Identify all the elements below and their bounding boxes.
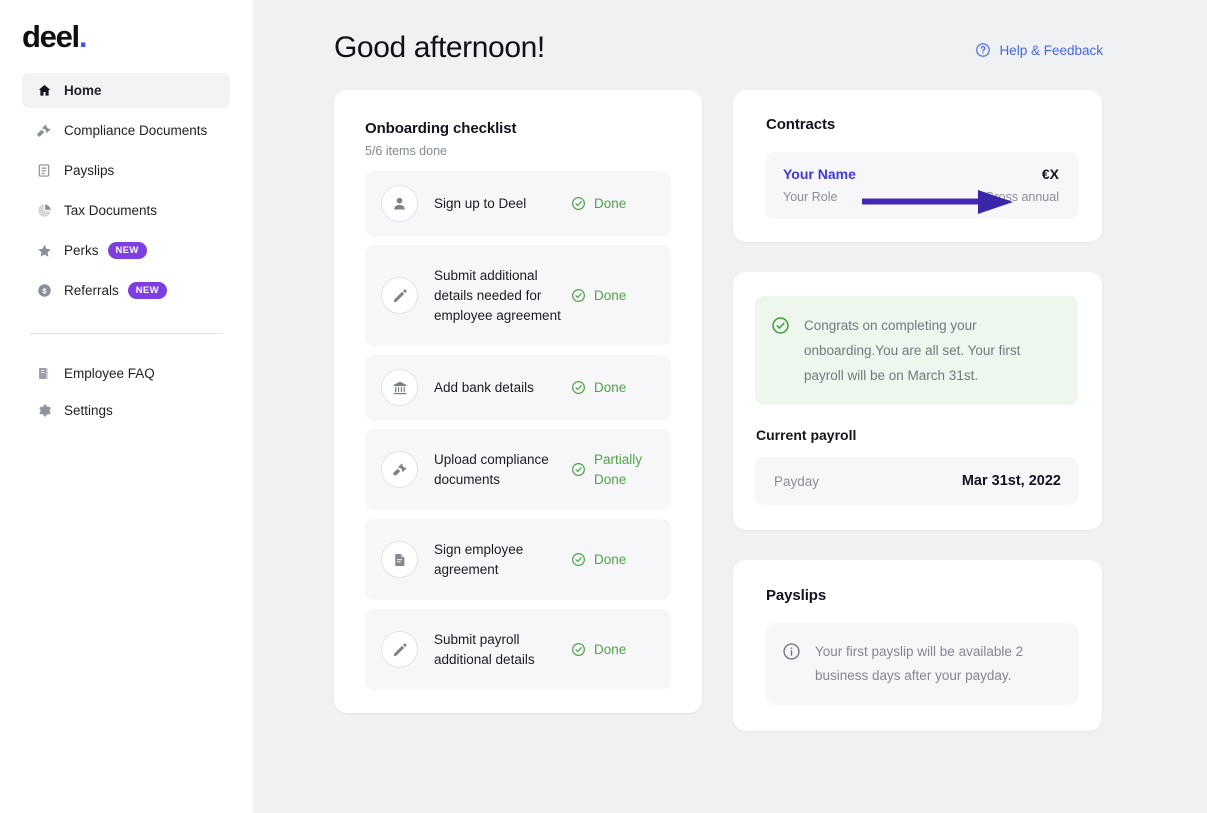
status-label: Done xyxy=(594,195,627,211)
sidebar-item-label: Tax Documents xyxy=(64,203,158,218)
dashboard-columns: Onboarding checklist 5/6 items done Sign… xyxy=(253,68,1207,731)
status-badge: Done xyxy=(571,194,655,214)
payroll-card: Congrats on completing your onboarding.Y… xyxy=(733,272,1102,530)
sidebar-item-label: Perks xyxy=(64,243,99,258)
help-link-label: Help & Feedback xyxy=(999,42,1103,58)
contract-role: Your Role xyxy=(783,190,838,204)
contracts-name-link[interactable]: Your Name xyxy=(783,166,856,182)
logo-dot: . xyxy=(78,19,88,54)
sidebar-item-label: Referrals xyxy=(64,283,119,298)
status-label: Done xyxy=(594,379,627,395)
checklist-item[interactable]: Sign up to Deel Done xyxy=(365,171,671,236)
app-root: deel. Home Compliance Documents Payslips xyxy=(0,0,1207,813)
checklist-item[interactable]: Sign employee agreement Done xyxy=(365,519,671,600)
topbar: Good afternoon! Help & Feedback xyxy=(253,0,1207,68)
checklist-item[interactable]: Submit payroll additional details Done xyxy=(365,609,671,690)
sidebar-item-tax-documents[interactable]: Tax Documents xyxy=(22,193,230,228)
checklist-item-label: Sign employee agreement xyxy=(434,541,524,577)
bank-icon xyxy=(381,369,418,406)
status-label: Done xyxy=(594,551,627,567)
checklist-item[interactable]: Submit additional details needed for emp… xyxy=(365,245,671,346)
sidebar-item-label: Payslips xyxy=(64,163,115,178)
sidebar-item-settings[interactable]: Settings xyxy=(22,393,230,428)
contract-row-bottom: Your Role Gross annual xyxy=(783,190,1059,204)
sidebar-divider xyxy=(30,333,223,334)
primary-nav: Home Compliance Documents Payslips Tax D… xyxy=(0,73,253,428)
sidebar-item-referrals[interactable]: $ Referrals NEW xyxy=(22,273,230,308)
logo-text: deel xyxy=(22,19,80,54)
status-label: Done xyxy=(594,287,627,303)
contract-row[interactable]: Your Name €X Your Role Gross annual xyxy=(766,152,1078,219)
person-icon xyxy=(381,185,418,222)
payday-value: Mar 31st, 2022 xyxy=(961,473,1061,489)
status-badge: Partially Done xyxy=(571,450,655,490)
book-icon xyxy=(36,366,52,382)
help-and-feedback-link[interactable]: Help & Feedback xyxy=(975,42,1103,58)
right-column: Contracts Your Name €X Your Role Gross a… xyxy=(733,90,1102,731)
checklist-items: Sign up to Deel Done Submit additional d… xyxy=(365,171,671,690)
gavel-icon xyxy=(36,123,52,139)
dollar-circle-icon: $ xyxy=(36,283,52,299)
status-badge: Done xyxy=(571,550,655,570)
sidebar-item-compliance-documents[interactable]: Compliance Documents xyxy=(22,113,230,148)
new-badge: NEW xyxy=(127,282,167,299)
status-badge: Done xyxy=(571,286,655,306)
signed-document-icon xyxy=(381,541,418,578)
payslips-info-text: Your first payslip will be available 2 b… xyxy=(815,644,1024,683)
checklist-item-label: Submit payroll additional details xyxy=(434,631,535,667)
checklist-item-label: Add bank details xyxy=(434,379,534,395)
congrats-text: Congrats on completing your onboarding.Y… xyxy=(804,318,1021,383)
checklist-item[interactable]: Upload compliance documents Partially Do… xyxy=(365,429,671,510)
check-circle-icon xyxy=(771,313,790,388)
new-badge: NEW xyxy=(107,242,147,259)
page-title: Good afternoon! xyxy=(334,31,545,64)
sidebar-item-perks[interactable]: Perks NEW xyxy=(22,233,230,268)
status-badge: Done xyxy=(571,378,655,398)
payslips-info-box: Your first payslip will be available 2 b… xyxy=(766,623,1078,705)
deel-logo[interactable]: deel. xyxy=(22,20,253,54)
status-badge: Done xyxy=(571,640,655,660)
main-content: Good afternoon! Help & Feedback Onboardi… xyxy=(253,0,1207,813)
congrats-banner: Congrats on completing your onboarding.Y… xyxy=(755,296,1078,405)
secondary-nav: Employee FAQ Settings xyxy=(0,356,253,428)
sidebar-item-label: Employee FAQ xyxy=(64,366,155,381)
pencil-icon xyxy=(381,277,418,314)
onboarding-title: Onboarding checklist xyxy=(365,120,517,137)
pencil-icon xyxy=(381,631,418,668)
gear-icon xyxy=(36,403,52,419)
onboarding-checklist-card: Onboarding checklist 5/6 items done Sign… xyxy=(334,90,702,713)
info-circle-icon xyxy=(782,640,801,688)
status-label: Done xyxy=(594,641,627,657)
checklist-item-label: Upload compliance documents xyxy=(434,451,549,487)
question-circle-icon xyxy=(975,42,991,58)
sidebar-item-label: Settings xyxy=(64,403,113,418)
gavel-icon xyxy=(381,451,418,488)
sidebar-item-employee-faq[interactable]: Employee FAQ xyxy=(22,356,230,391)
sidebar-item-label: Home xyxy=(64,83,102,98)
checklist-item[interactable]: Add bank details Done xyxy=(365,355,671,420)
sidebar: deel. Home Compliance Documents Payslips xyxy=(0,0,253,813)
document-icon xyxy=(36,163,52,179)
onboarding-progress: 5/6 items done xyxy=(365,144,447,158)
current-payroll-title: Current payroll xyxy=(756,427,857,443)
contract-row-top: Your Name €X xyxy=(783,166,1059,182)
payslips-title: Payslips xyxy=(766,587,827,604)
sidebar-item-home[interactable]: Home xyxy=(22,73,230,108)
payslips-card: Payslips Your first payslip will be avai… xyxy=(733,560,1102,731)
star-icon xyxy=(36,243,52,259)
left-column: Onboarding checklist 5/6 items done Sign… xyxy=(334,90,702,713)
checklist-item-label: Submit additional details needed for emp… xyxy=(434,267,561,323)
payday-label: Payday xyxy=(774,473,820,489)
payday-row: Payday Mar 31st, 2022 xyxy=(755,457,1078,505)
sidebar-item-label: Compliance Documents xyxy=(64,123,208,138)
pie-chart-icon xyxy=(36,203,52,219)
contract-amount: €X xyxy=(1041,166,1059,182)
contracts-card: Contracts Your Name €X Your Role Gross a… xyxy=(733,90,1102,242)
status-label: Partially Done xyxy=(594,451,643,487)
home-icon xyxy=(36,83,52,99)
contracts-title: Contracts xyxy=(766,116,836,133)
checklist-item-label: Sign up to Deel xyxy=(434,195,527,211)
sidebar-item-payslips[interactable]: Payslips xyxy=(22,153,230,188)
contract-amount-label: Gross annual xyxy=(984,190,1059,204)
